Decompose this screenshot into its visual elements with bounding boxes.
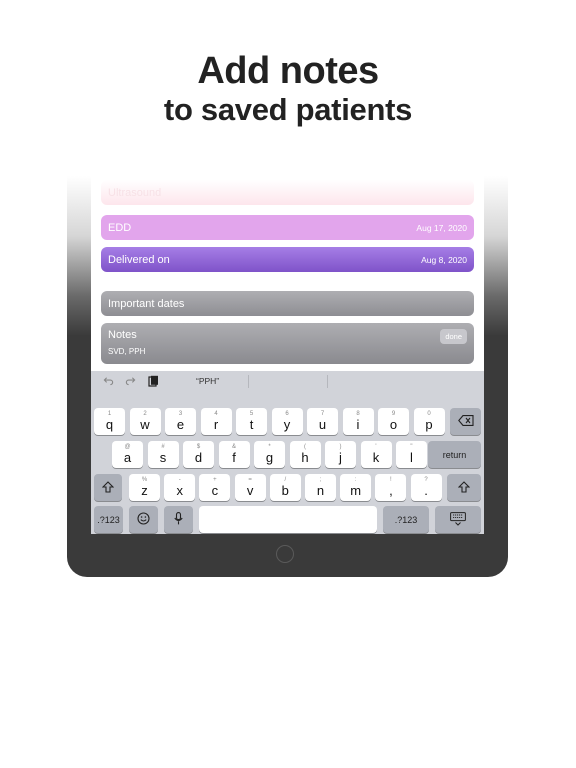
- key-label: y: [283, 417, 291, 432]
- key-q[interactable]: 1q: [94, 408, 125, 435]
- key-a[interactable]: @ a: [112, 441, 143, 468]
- key-label: c: [211, 483, 219, 498]
- key-k[interactable]: ' k: [360, 441, 392, 468]
- shift-right-key[interactable]: [447, 474, 481, 501]
- row-delivered-value: Aug 8, 2020: [421, 254, 467, 265]
- headline-title: Add notes: [197, 50, 379, 92]
- notes-label: Notes: [108, 329, 137, 341]
- row-delivered-on[interactable]: Delivered on Aug 8, 2020: [101, 247, 474, 272]
- done-button[interactable]: done: [440, 329, 467, 344]
- hide-keyboard-key[interactable]: [435, 506, 481, 533]
- key-g[interactable]: * g: [254, 441, 285, 468]
- row-ultrasound-label: Ultrasound: [108, 186, 162, 199]
- row-ultrasound[interactable]: Ultrasound: [101, 180, 474, 205]
- key-t[interactable]: 5t: [236, 408, 267, 435]
- redo-icon[interactable]: [125, 375, 136, 389]
- key-label: d: [194, 450, 203, 465]
- suggestion-bar: “PPH”: [91, 371, 484, 391]
- key-i[interactable]: 8i: [342, 408, 374, 435]
- key-label: l: [410, 450, 413, 465]
- key-u[interactable]: 7u: [307, 408, 338, 435]
- key-s[interactable]: # s: [147, 441, 179, 468]
- app-screen: Ultrasound EDD Aug 17, 2020 Delivered on…: [91, 176, 484, 534]
- ipad-device: Ultrasound EDD Aug 17, 2020 Delivered on…: [67, 176, 508, 577]
- key-v[interactable]: = v: [234, 474, 266, 501]
- key-label: t: [249, 417, 254, 432]
- key-j[interactable]: ) j: [325, 441, 356, 468]
- key-comma[interactable]: !,: [375, 474, 407, 501]
- key-label: ,: [389, 483, 393, 498]
- key-label: e: [176, 417, 185, 432]
- key-label: a: [123, 450, 132, 465]
- row-edd[interactable]: EDD Aug 17, 2020: [101, 215, 474, 240]
- key-e[interactable]: 3e: [165, 408, 196, 435]
- shift-icon: [457, 480, 471, 495]
- key-label: m: [350, 483, 362, 498]
- key-label: v: [246, 483, 254, 498]
- key-label: o: [389, 417, 398, 432]
- row-delivered-label: Delivered on: [108, 253, 170, 266]
- row-important-label: Important dates: [108, 297, 185, 310]
- row-edd-label: EDD: [108, 221, 132, 234]
- row-edd-value: Aug 17, 2020: [416, 222, 467, 233]
- key-label: q: [105, 417, 114, 432]
- backspace-key[interactable]: [450, 408, 481, 435]
- emoji-key[interactable]: [129, 506, 158, 533]
- key-n[interactable]: ; n: [305, 474, 336, 501]
- key-label: x: [176, 483, 183, 498]
- key-label: u: [318, 417, 327, 432]
- space-bar[interactable]: [199, 506, 377, 533]
- key-label: g: [265, 450, 274, 465]
- key-label: h: [301, 450, 309, 465]
- return-key[interactable]: return: [428, 441, 481, 468]
- key-z[interactable]: % z: [129, 474, 160, 501]
- headline-subtitle: to saved patients: [163, 92, 413, 127]
- notes-text[interactable]: SVD, PPH: [108, 347, 467, 356]
- key-o[interactable]: 9o: [378, 408, 409, 435]
- key-label: k: [372, 450, 380, 465]
- key-p[interactable]: 0p: [413, 408, 445, 435]
- key-r[interactable]: 4r: [200, 408, 232, 435]
- suggestion-divider: [248, 375, 249, 388]
- row-important-dates[interactable]: Important dates: [101, 291, 474, 316]
- key-x[interactable]: -x: [164, 474, 196, 501]
- mic-icon: [174, 512, 183, 527]
- suggestion-divider: [327, 375, 328, 388]
- key-b[interactable]: / b: [269, 474, 301, 501]
- keyboard: “PPH” 1 q 2 w 3 e 4 r 5 t 6 y 7 u 8 i 9 o 0 p @ a # s $ d & f * g(h) j…: [91, 371, 484, 534]
- number-mode-key-right[interactable]: .?123: [383, 506, 429, 533]
- key-label: s: [159, 450, 167, 465]
- key-label: f: [232, 450, 236, 465]
- suggestion-pph[interactable]: “PPH”: [196, 376, 219, 386]
- shift-left-key[interactable]: [94, 474, 122, 501]
- key-m[interactable]: :m: [340, 474, 372, 501]
- key-l[interactable]: " l: [396, 441, 427, 468]
- key-d[interactable]: $ d: [183, 441, 214, 468]
- key-y[interactable]: 6y: [271, 408, 303, 435]
- keyboard-hide-icon: [450, 511, 466, 528]
- home-button[interactable]: [276, 545, 294, 563]
- key-label: b: [281, 483, 289, 498]
- key-h[interactable]: (h: [289, 441, 321, 468]
- paste-icon[interactable]: [148, 375, 159, 390]
- key-w[interactable]: 2w: [129, 408, 161, 435]
- undo-icon[interactable]: [103, 375, 114, 389]
- backspace-icon: [457, 415, 474, 428]
- notes-field[interactable]: Notes SVD, PPH done: [101, 323, 474, 364]
- key-period[interactable]: ?.: [410, 474, 442, 501]
- shift-icon: [101, 480, 115, 495]
- dictation-key[interactable]: [164, 506, 193, 533]
- key-label: n: [316, 483, 325, 498]
- key-label: j: [339, 450, 342, 465]
- key-label: z: [141, 483, 148, 498]
- number-mode-key-left[interactable]: .?123: [94, 506, 123, 533]
- key-label: p: [425, 417, 433, 432]
- key-label: r: [213, 417, 219, 432]
- emoji-icon: [137, 512, 150, 527]
- key-c[interactable]: + c: [199, 474, 231, 501]
- key-label: i: [356, 417, 360, 432]
- key-label: w: [140, 417, 150, 432]
- key-label: .: [424, 483, 428, 498]
- key-f[interactable]: & f: [218, 441, 250, 468]
